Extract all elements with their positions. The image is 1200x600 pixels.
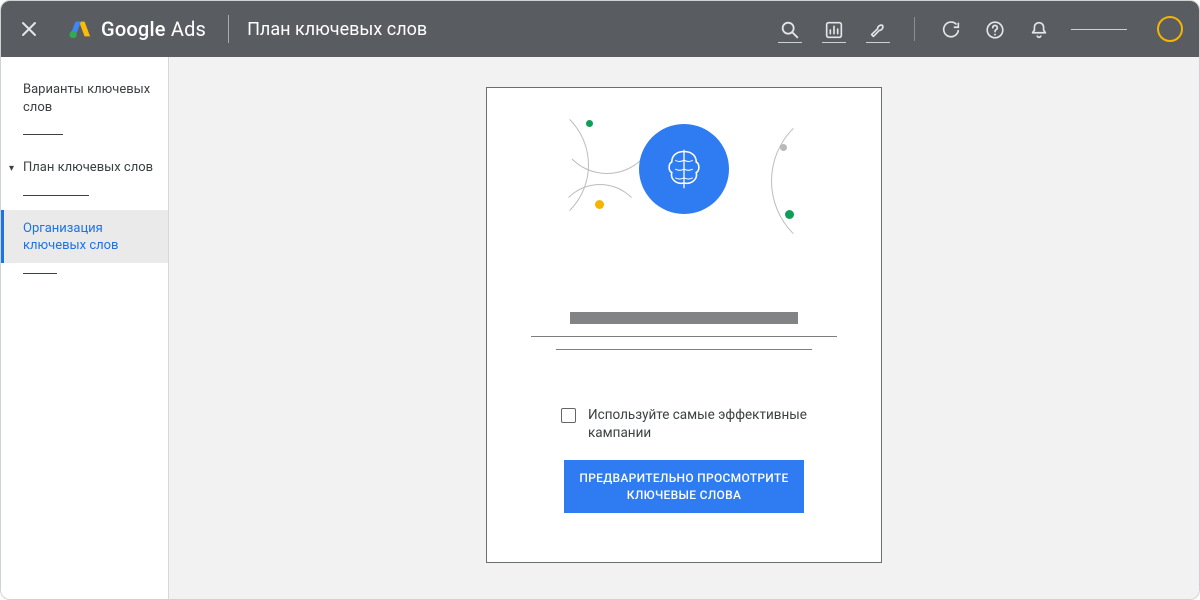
sidebar-item-organize-keywords[interactable]: Организация ключевых слов	[1, 210, 168, 263]
placeholder-line	[556, 349, 812, 350]
sidebar-item-label: Варианты ключевых слов	[23, 82, 150, 115]
close-button[interactable]	[17, 17, 41, 41]
placeholder-bar	[570, 312, 798, 324]
sidebar-divider	[23, 273, 57, 274]
tools-button[interactable]	[866, 17, 890, 41]
page-title: План ключевых слов	[247, 19, 427, 40]
card-title-placeholder	[509, 312, 859, 350]
caret-down-icon: ▾	[9, 162, 14, 176]
sidebar: Варианты ключевых слов ▾ План ключевых с…	[1, 57, 169, 600]
decor-dot	[780, 144, 787, 151]
google-ads-logo-icon	[69, 18, 91, 40]
wrench-icon	[867, 19, 889, 41]
app-header: Google Ads План ключевых слов	[1, 1, 1199, 57]
account-avatar[interactable]	[1157, 16, 1183, 42]
header-divider	[228, 15, 229, 43]
search-icon	[779, 19, 801, 41]
sidebar-item-keyword-ideas[interactable]: Варианты ключевых слов	[1, 71, 168, 124]
product-name: Google Ads	[101, 17, 206, 41]
card-illustration	[509, 106, 859, 276]
sidebar-divider	[23, 134, 63, 135]
decor-dot	[785, 210, 794, 219]
help-icon	[984, 19, 1006, 41]
bell-icon	[1028, 19, 1050, 41]
help-button[interactable]	[983, 17, 1007, 41]
brain-badge	[639, 124, 729, 214]
preview-keywords-button[interactable]: Предварительно просмотрите ключевые слов…	[564, 460, 804, 512]
use-best-campaigns-label: Используйте самые эффективные кампании	[588, 406, 807, 442]
sidebar-item-label: План ключевых слов	[23, 160, 153, 175]
organize-card: Используйте самые эффективные кампании П…	[486, 87, 882, 563]
toolbar-separator	[914, 17, 915, 41]
account-placeholder	[1071, 29, 1127, 30]
product-logo: Google Ads	[69, 17, 206, 41]
reports-button[interactable]	[822, 17, 846, 41]
decor-dot	[595, 200, 604, 209]
sidebar-divider	[23, 195, 89, 196]
decor-dot	[586, 120, 593, 127]
close-icon	[17, 17, 41, 41]
refresh-button[interactable]	[939, 17, 963, 41]
placeholder-line	[531, 336, 837, 337]
search-button[interactable]	[778, 17, 802, 41]
main-content: Используйте самые эффективные кампании П…	[169, 57, 1199, 600]
sidebar-item-keyword-plan[interactable]: ▾ План ключевых слов	[1, 149, 168, 185]
notifications-button[interactable]	[1027, 17, 1051, 41]
header-toolbar	[778, 16, 1183, 42]
brain-icon	[656, 141, 712, 197]
sidebar-item-label: Организация ключевых слов	[23, 221, 119, 254]
bar-chart-icon	[823, 19, 845, 41]
use-best-campaigns-checkbox[interactable]	[561, 408, 576, 423]
refresh-icon	[940, 19, 962, 41]
